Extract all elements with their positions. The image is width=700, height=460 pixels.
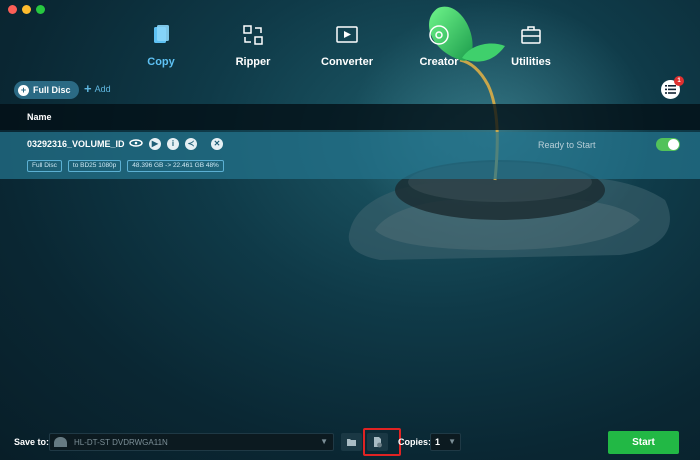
main-toolbar: Copy Ripper Converter Creator Utilities (0, 20, 700, 80)
folder-icon (347, 439, 356, 446)
browse-folder-button[interactable] (341, 433, 362, 451)
queue-count-badge: 1 (674, 76, 684, 86)
info-icon[interactable]: i (167, 138, 179, 150)
utilities-icon (521, 26, 541, 44)
iso-file-icon (374, 437, 382, 448)
add-label: Add (94, 84, 111, 94)
toggle-knob (668, 139, 679, 150)
save-as-iso-button[interactable] (367, 433, 388, 451)
remove-icon[interactable]: ✕ (211, 138, 223, 150)
mode-chip[interactable]: Full Disc (27, 160, 62, 172)
zoom-window-button[interactable] (36, 5, 45, 14)
copies-dropdown[interactable]: 1 ▼ (430, 433, 461, 451)
ripper-icon (243, 25, 263, 45)
disc-task-row[interactable]: 03292316_VOLUME_ID ▶ i ≺ ✕ Ready to Star… (0, 132, 700, 179)
tab-ripper[interactable]: Ripper (208, 22, 298, 77)
save-to-value: HL-DT-ST DVDRWGA11N (74, 438, 168, 447)
bluray-icon (129, 138, 143, 150)
converter-icon (336, 26, 358, 43)
copies-label: Copies: (398, 437, 432, 447)
sub-toolbar: + Full Disc + Add 1 (0, 76, 700, 102)
copy-icon (154, 25, 169, 43)
drive-icon (54, 437, 67, 447)
close-window-button[interactable] (8, 5, 17, 14)
tab-utilities-label: Utilities (511, 56, 551, 68)
minimize-window-button[interactable] (22, 5, 31, 14)
chevron-down-icon: ▼ (320, 437, 328, 446)
tab-copy-label: Copy (147, 56, 175, 68)
tab-ripper-label: Ripper (235, 56, 271, 68)
full-disc-button[interactable]: + Full Disc (14, 81, 79, 99)
tab-creator-label: Creator (419, 56, 459, 68)
settings-icon[interactable]: ≺ (185, 138, 197, 150)
full-disc-icon: + (18, 84, 29, 96)
target-chip[interactable]: to BD25 1080p (67, 160, 122, 172)
tab-converter[interactable]: Converter (302, 22, 392, 77)
creator-icon (429, 25, 449, 45)
tab-utilities[interactable]: Utilities (486, 22, 576, 77)
save-to-label: Save to: (14, 437, 50, 447)
window-title-bar (0, 0, 700, 20)
tab-copy[interactable]: Copy (116, 22, 206, 77)
add-button[interactable]: + Add (84, 81, 111, 96)
volume-id: 03292316_VOLUME_ID (27, 139, 125, 149)
task-chips: Full Disc to BD25 1080p 48.396 GB -> 22.… (27, 160, 224, 172)
chevron-down-icon: ▼ (448, 437, 456, 446)
enable-toggle[interactable] (656, 138, 680, 151)
copies-value: 1 (435, 437, 441, 447)
start-button[interactable]: Start (608, 431, 679, 454)
list-header: Name (0, 104, 700, 130)
status-text: Ready to Start (538, 140, 596, 150)
plus-icon: + (84, 81, 92, 96)
save-to-dropdown[interactable]: HL-DT-ST DVDRWGA11N ▼ (49, 433, 334, 451)
size-chip: 48.396 GB -> 22.461 GB 48% (127, 160, 224, 172)
tab-converter-label: Converter (321, 56, 373, 68)
list-icon (665, 85, 676, 94)
tab-creator[interactable]: Creator (394, 22, 484, 77)
play-icon[interactable]: ▶ (149, 138, 161, 150)
footer-bar: Save to: HL-DT-ST DVDRWGA11N ▼ Copies: 1… (0, 428, 700, 460)
full-disc-label: Full Disc (33, 85, 71, 95)
row-action-icons: ▶ i ≺ ✕ (129, 137, 223, 151)
name-column-header: Name (27, 112, 52, 122)
